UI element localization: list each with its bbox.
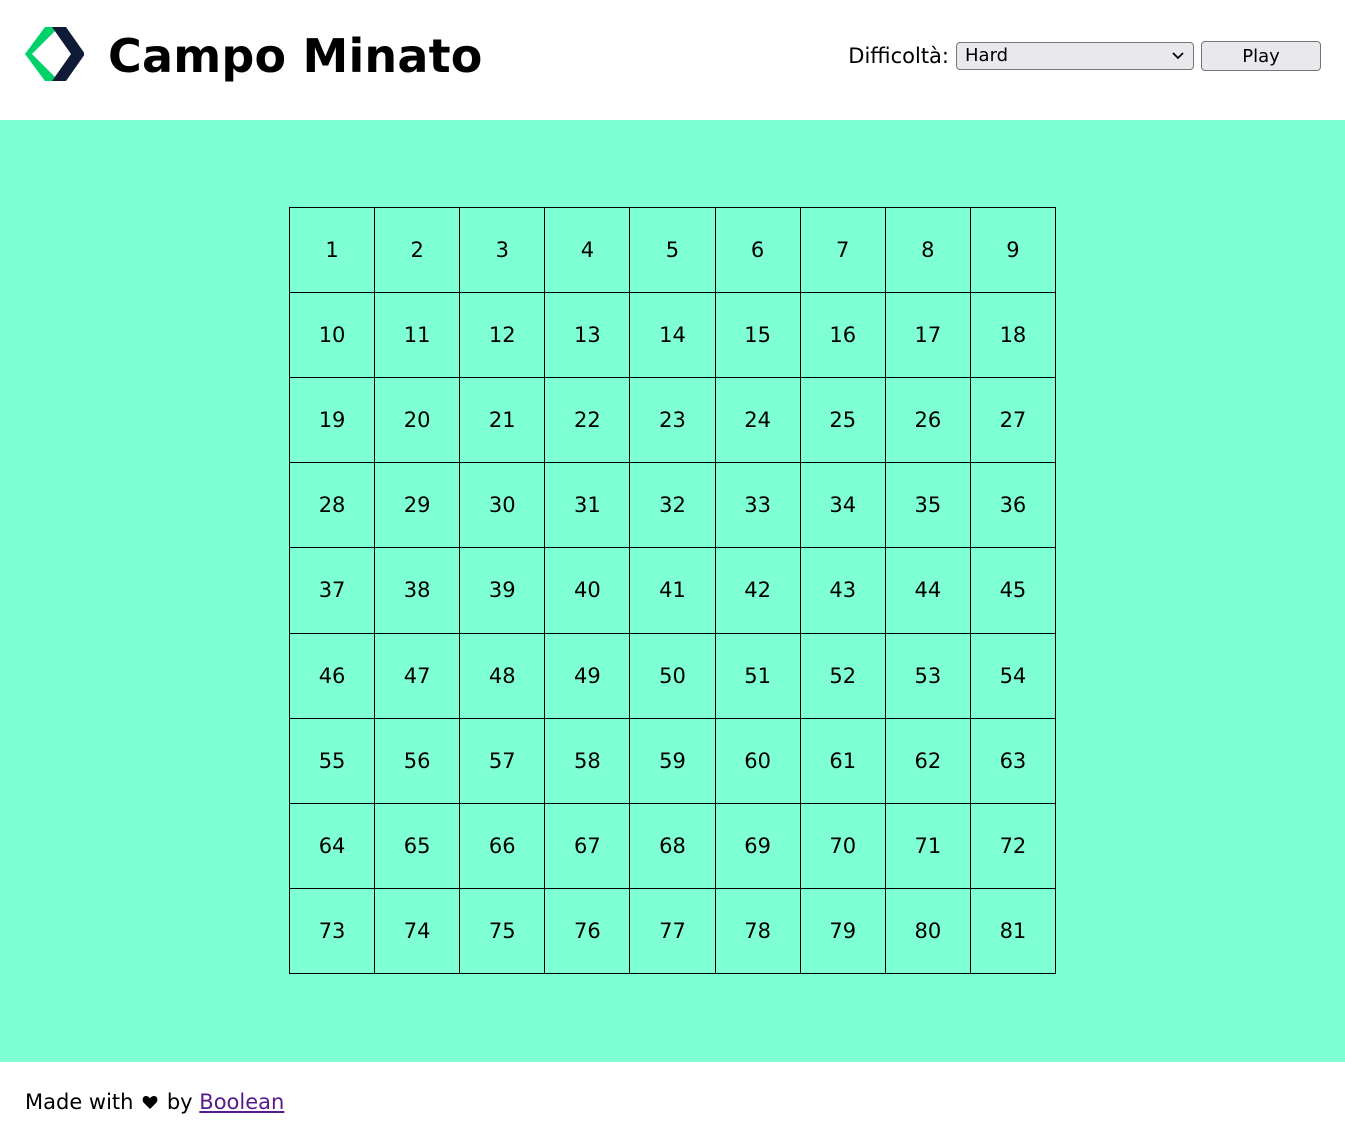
- grid-cell[interactable]: 41: [630, 548, 716, 634]
- grid-cell[interactable]: 64: [290, 803, 376, 889]
- grid-cell[interactable]: 69: [715, 803, 801, 889]
- difficulty-selected-value: Hard: [965, 45, 1009, 66]
- grid-cell[interactable]: 68: [630, 803, 716, 889]
- grid-cell[interactable]: 55: [290, 718, 376, 804]
- grid-cell[interactable]: 13: [545, 293, 631, 379]
- grid-cell[interactable]: 21: [460, 378, 546, 464]
- grid-cell[interactable]: 38: [375, 548, 461, 634]
- grid-cell[interactable]: 74: [375, 888, 461, 974]
- grid-cell[interactable]: 17: [885, 293, 971, 379]
- grid-cell[interactable]: 59: [630, 718, 716, 804]
- grid-cell[interactable]: 49: [545, 633, 631, 719]
- grid-cell[interactable]: 51: [715, 633, 801, 719]
- grid-cell[interactable]: 50: [630, 633, 716, 719]
- app-header: Campo Minato Difficoltà: Hard Play: [0, 0, 1345, 120]
- grid-cell[interactable]: 25: [800, 378, 886, 464]
- grid-cell[interactable]: 30: [460, 463, 546, 549]
- grid-cell[interactable]: 75: [460, 888, 546, 974]
- grid-cell[interactable]: 60: [715, 718, 801, 804]
- minefield-grid: 1 2 3 4 5 6 7 8 9 10 11 12 13 14 15 16 17 18 19 20 21 22 23 24 2…: [289, 207, 1056, 974]
- grid-cell[interactable]: 73: [290, 888, 376, 974]
- grid-cell[interactable]: 37: [290, 548, 376, 634]
- grid-cell[interactable]: 15: [715, 293, 801, 379]
- app-footer: Made with by Boolean: [0, 1062, 1345, 1141]
- grid-cell[interactable]: 9: [970, 208, 1056, 294]
- footer-credits: Made with by Boolean: [25, 1090, 284, 1114]
- grid-cell[interactable]: 78: [715, 888, 801, 974]
- grid-cell[interactable]: 66: [460, 803, 546, 889]
- grid-cell[interactable]: 29: [375, 463, 461, 549]
- grid-cell[interactable]: 24: [715, 378, 801, 464]
- grid-cell[interactable]: 32: [630, 463, 716, 549]
- difficulty-select[interactable]: Hard: [956, 42, 1194, 70]
- grid-cell[interactable]: 62: [885, 718, 971, 804]
- grid-cell[interactable]: 58: [545, 718, 631, 804]
- grid-cell[interactable]: 23: [630, 378, 716, 464]
- grid-cell[interactable]: 77: [630, 888, 716, 974]
- grid-cell[interactable]: 72: [970, 803, 1056, 889]
- grid-cell[interactable]: 20: [375, 378, 461, 464]
- grid-cell[interactable]: 19: [290, 378, 376, 464]
- grid-cell[interactable]: 81: [970, 888, 1056, 974]
- grid-cell[interactable]: 47: [375, 633, 461, 719]
- grid-cell[interactable]: 28: [290, 463, 376, 549]
- grid-cell[interactable]: 16: [800, 293, 886, 379]
- app-title: Campo Minato: [108, 29, 483, 83]
- grid-cell[interactable]: 5: [630, 208, 716, 294]
- boolean-link[interactable]: Boolean: [199, 1090, 284, 1114]
- grid-cell[interactable]: 56: [375, 718, 461, 804]
- grid-cell[interactable]: 71: [885, 803, 971, 889]
- grid-cell[interactable]: 8: [885, 208, 971, 294]
- grid-cell[interactable]: 63: [970, 718, 1056, 804]
- grid-cell[interactable]: 31: [545, 463, 631, 549]
- grid-cell[interactable]: 27: [970, 378, 1056, 464]
- grid-cell[interactable]: 53: [885, 633, 971, 719]
- grid-cell[interactable]: 26: [885, 378, 971, 464]
- boolean-logo-icon: [25, 27, 84, 81]
- grid-cell[interactable]: 34: [800, 463, 886, 549]
- grid-cell[interactable]: 57: [460, 718, 546, 804]
- grid-cell[interactable]: 18: [970, 293, 1056, 379]
- grid-cell[interactable]: 45: [970, 548, 1056, 634]
- grid-cell[interactable]: 14: [630, 293, 716, 379]
- grid-cell[interactable]: 67: [545, 803, 631, 889]
- difficulty-controls: Difficoltà: Hard Play: [848, 41, 1321, 71]
- grid-cell[interactable]: 6: [715, 208, 801, 294]
- made-with-text: Made with: [25, 1090, 134, 1114]
- grid-cell[interactable]: 80: [885, 888, 971, 974]
- grid-cell[interactable]: 76: [545, 888, 631, 974]
- grid-cell[interactable]: 39: [460, 548, 546, 634]
- grid-cell[interactable]: 42: [715, 548, 801, 634]
- grid-cell[interactable]: 48: [460, 633, 546, 719]
- grid-cell[interactable]: 2: [375, 208, 461, 294]
- grid-cell[interactable]: 33: [715, 463, 801, 549]
- grid-cell[interactable]: 11: [375, 293, 461, 379]
- grid-cell[interactable]: 10: [290, 293, 376, 379]
- grid-cell[interactable]: 3: [460, 208, 546, 294]
- grid-cell[interactable]: 52: [800, 633, 886, 719]
- grid-cell[interactable]: 43: [800, 548, 886, 634]
- play-button[interactable]: Play: [1201, 41, 1321, 71]
- grid-cell[interactable]: 44: [885, 548, 971, 634]
- grid-cell[interactable]: 46: [290, 633, 376, 719]
- grid-cell[interactable]: 61: [800, 718, 886, 804]
- grid-cell[interactable]: 36: [970, 463, 1056, 549]
- grid-cell[interactable]: 40: [545, 548, 631, 634]
- grid-cell[interactable]: 54: [970, 633, 1056, 719]
- grid-cell[interactable]: 22: [545, 378, 631, 464]
- grid-cell[interactable]: 4: [545, 208, 631, 294]
- grid-cell[interactable]: 7: [800, 208, 886, 294]
- grid-cell[interactable]: 70: [800, 803, 886, 889]
- difficulty-label: Difficoltà:: [848, 44, 949, 68]
- grid-cell[interactable]: 1: [290, 208, 376, 294]
- heart-icon: [142, 1096, 158, 1109]
- grid-cell[interactable]: 79: [800, 888, 886, 974]
- grid-cell[interactable]: 65: [375, 803, 461, 889]
- grid-cell[interactable]: 35: [885, 463, 971, 549]
- by-text: by: [166, 1090, 193, 1114]
- chevron-down-icon: [1172, 52, 1184, 60]
- grid-cell[interactable]: 12: [460, 293, 546, 379]
- game-area: 1 2 3 4 5 6 7 8 9 10 11 12 13 14 15 16 17 18 19 20 21 22 23 24 2…: [0, 120, 1345, 1062]
